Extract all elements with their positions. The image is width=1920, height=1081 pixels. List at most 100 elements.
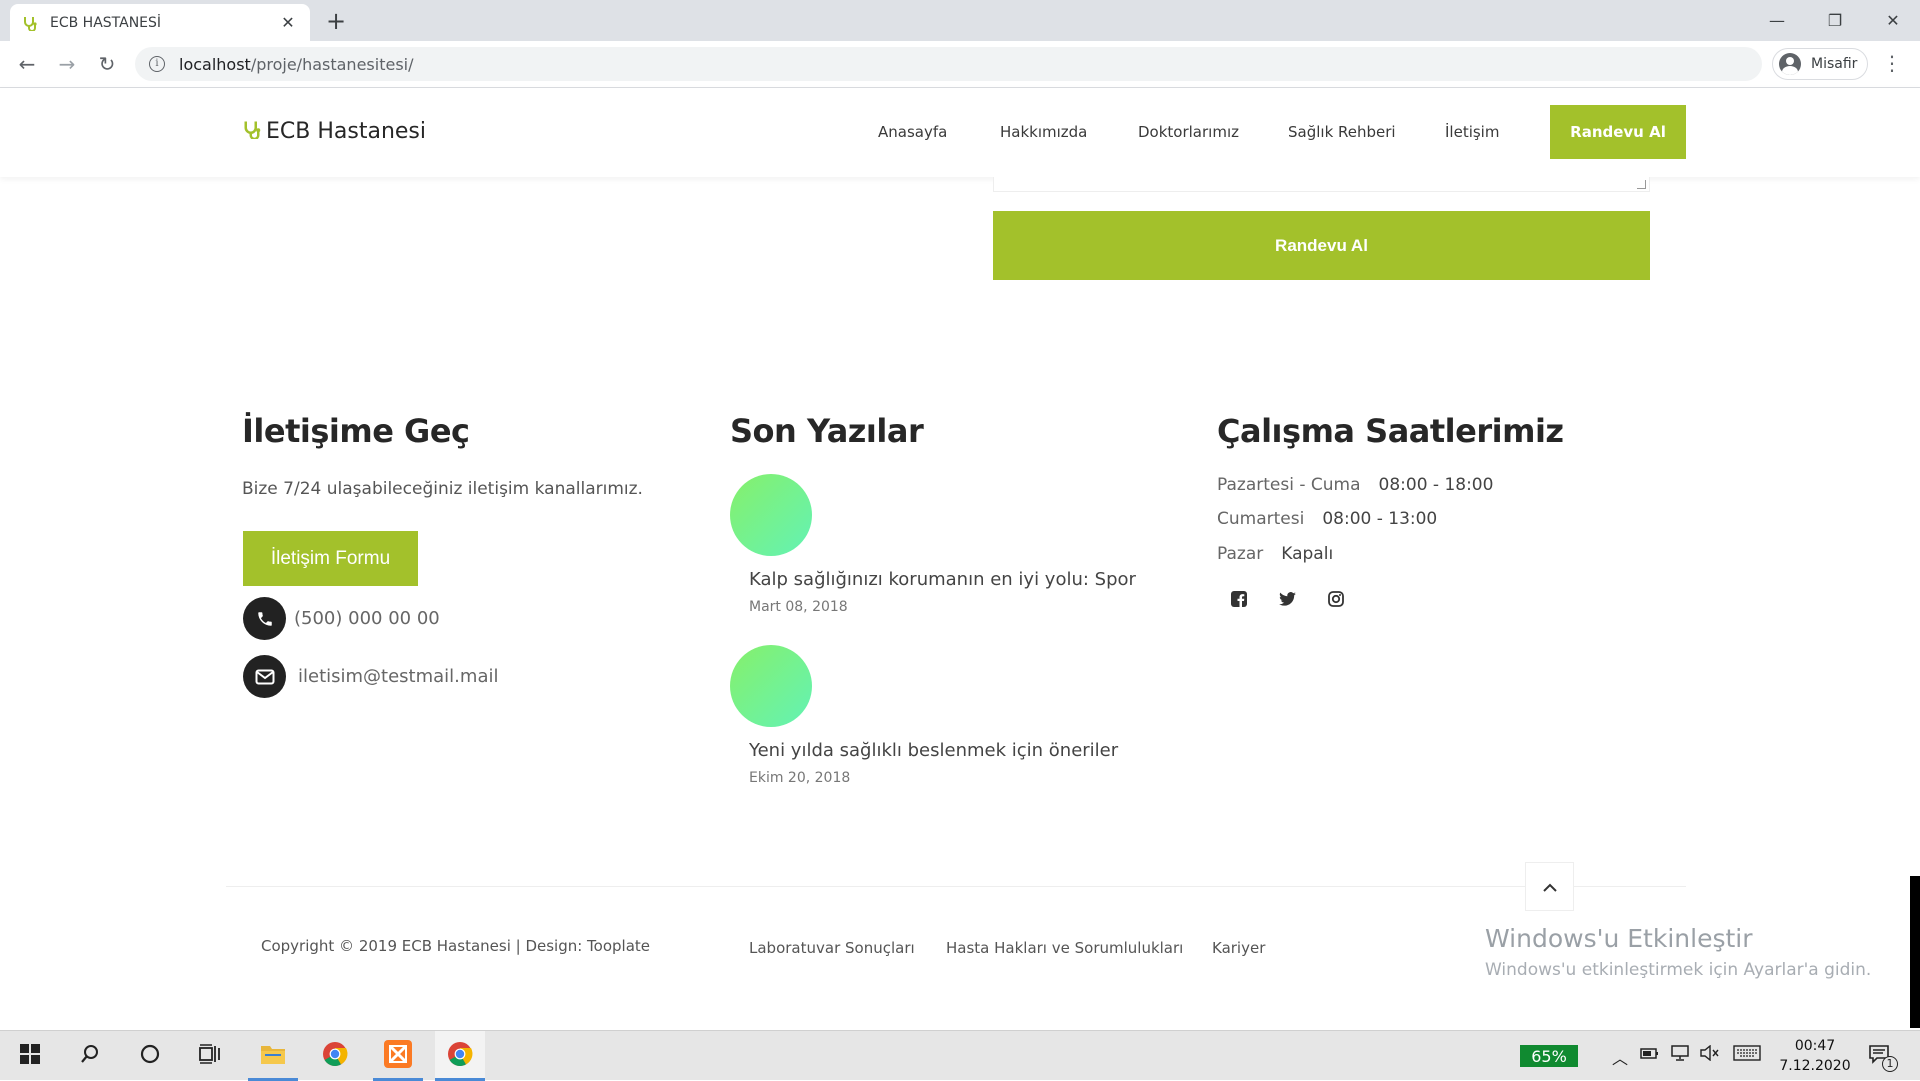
envelope-icon [243, 655, 286, 698]
screen-edge-artifact [1910, 876, 1920, 1028]
forward-icon[interactable]: → [52, 49, 82, 79]
url-path: /proje/hastanesitesi/ [250, 54, 414, 74]
email-row: iletisim@testmail.mail [243, 655, 498, 698]
search-button[interactable] [65, 1031, 115, 1081]
windows-activation-title: Windows'u Etkinleştir [1485, 924, 1753, 953]
xampp-icon [384, 1040, 412, 1072]
phone-row: (500) 000 00 00 [243, 597, 440, 640]
post-date: Ekim 20, 2018 [749, 770, 851, 786]
profile-name: Misafir [1811, 56, 1858, 72]
cortana-circle-icon [140, 1044, 160, 1068]
hours-row: Pazartesi - Cuma 08:00 - 18:00 [1217, 475, 1493, 495]
footer-link-patient-rights[interactable]: Hasta Hakları ve Sorumlulukları [946, 939, 1183, 957]
site-header: ECB Hastanesi Anasayfa Hakkımızda Doktor… [0, 88, 1920, 177]
footer-divider [226, 886, 1686, 887]
minimize-icon[interactable]: — [1748, 0, 1806, 41]
brand-logo-link[interactable]: ECB Hastanesi [242, 119, 426, 144]
notification-count-badge: 1 [1882, 1056, 1898, 1072]
network-icon[interactable] [1670, 1045, 1690, 1065]
nav-hakkimizda[interactable]: Hakkımızda [1000, 123, 1087, 141]
scroll-to-top-button[interactable] [1525, 862, 1574, 911]
windows-activation-subtitle: Windows'u etkinleştirmek için Ayarlar'a … [1485, 960, 1872, 980]
keyboard-icon[interactable] [1733, 1045, 1761, 1065]
search-icon [80, 1044, 100, 1068]
folder-icon [260, 1043, 286, 1069]
battery-indicator[interactable]: 65% [1520, 1045, 1578, 1067]
nav-randevu-button[interactable]: Randevu Al [1550, 105, 1686, 159]
chevron-up-icon [1542, 877, 1557, 896]
message-textarea[interactable] [993, 177, 1650, 192]
xampp-button[interactable] [373, 1031, 423, 1081]
contact-lead: Bize 7/24 ulaşabileceğiniz iletişim kana… [242, 479, 643, 499]
browser-tab[interactable]: ECB HASTANESİ ✕ [10, 4, 310, 41]
tab-close-icon[interactable]: ✕ [278, 13, 298, 32]
task-view-button[interactable] [185, 1031, 235, 1081]
hours-time: Kapalı [1281, 544, 1334, 564]
contact-form-button[interactable]: İletişim Formu [243, 531, 418, 586]
nav-iletisim[interactable]: İletişim [1445, 123, 1499, 141]
post-title-link[interactable]: Kalp sağlığınızı korumanın en iyi yolu: … [749, 569, 1136, 590]
randevu-submit-button[interactable]: Randevu Al [993, 211, 1650, 280]
resize-handle-icon[interactable] [1637, 180, 1646, 189]
new-tab-icon[interactable]: + [326, 8, 346, 34]
footer-link-careers[interactable]: Kariyer [1212, 939, 1265, 957]
chrome-button[interactable] [310, 1031, 360, 1081]
browser-toolbar: ← → ↻ i localhost/proje/hastanesitesi/ M… [0, 41, 1920, 88]
browser-menu-icon[interactable]: ⋮ [1882, 53, 1902, 73]
hours-title: Çalışma Saatlerimiz [1217, 412, 1564, 450]
chevron-up-tray-icon[interactable]: ︿ [1612, 1045, 1628, 1069]
back-icon[interactable]: ← [12, 49, 42, 79]
contact-title: İletişime Geç [242, 412, 470, 450]
restore-icon[interactable]: ❐ [1806, 0, 1864, 41]
site-info-icon[interactable]: i [149, 56, 165, 72]
chrome-active-button[interactable] [435, 1031, 485, 1081]
hours-day: Pazartesi - Cuma [1217, 475, 1361, 495]
instagram-icon[interactable] [1327, 590, 1345, 608]
footer-link-lab-results[interactable]: Laboratuvar Sonuçları [749, 939, 915, 957]
post-thumbnail[interactable] [730, 645, 812, 727]
post-title-link[interactable]: Yeni yılda sağlıklı beslenmek için öneri… [749, 740, 1118, 761]
nav-doktorlarimiz[interactable]: Doktorlarımız [1138, 123, 1239, 141]
phone-icon [243, 597, 286, 640]
profile-button[interactable]: Misafir [1772, 48, 1868, 80]
hours-time: 08:00 - 18:00 [1378, 475, 1494, 495]
tab-title: ECB HASTANESİ [50, 14, 162, 31]
avatar-icon [1779, 53, 1801, 75]
email-link[interactable]: iletisim@testmail.mail [298, 666, 498, 687]
url-host: localhost [179, 54, 251, 74]
windows-taskbar: 65% ︿ 00:47 7.12.2020 1 [0, 1030, 1920, 1081]
system-clock[interactable]: 00:47 7.12.2020 [1765, 1036, 1865, 1076]
hours-row: Pazar Kapalı [1217, 544, 1333, 564]
hours-row: Cumartesi 08:00 - 13:00 [1217, 509, 1437, 529]
volume-muted-icon[interactable] [1700, 1044, 1720, 1065]
copyright-text: Copyright © 2019 ECB Hastanesi | Design:… [261, 937, 651, 955]
cortana-button[interactable] [125, 1031, 175, 1081]
address-bar[interactable]: i localhost/proje/hastanesitesi/ [135, 47, 1762, 81]
phone-number: (500) 000 00 00 [294, 608, 440, 629]
stethoscope-icon [242, 119, 262, 144]
hours-time: 08:00 - 13:00 [1322, 509, 1438, 529]
start-button[interactable] [5, 1031, 55, 1081]
window-close-icon[interactable]: ✕ [1864, 0, 1920, 41]
battery-icon[interactable] [1640, 1045, 1660, 1064]
browser-tab-strip: ECB HASTANESİ ✕ + — ❐ ✕ [0, 0, 1920, 41]
clock-time: 00:47 [1794, 1038, 1836, 1054]
nav-anasayfa[interactable]: Anasayfa [878, 123, 947, 141]
nav-saglik-rehberi[interactable]: Sağlık Rehberi [1288, 123, 1396, 141]
hours-day: Cumartesi [1217, 509, 1305, 529]
post-thumbnail[interactable] [730, 474, 812, 556]
file-explorer-button[interactable] [248, 1031, 298, 1081]
chrome-icon [447, 1041, 473, 1071]
posts-title: Son Yazılar [730, 412, 924, 450]
chrome-icon [322, 1041, 348, 1071]
clock-date: 7.12.2020 [1779, 1058, 1851, 1074]
facebook-icon[interactable] [1230, 590, 1248, 608]
windows-logo-icon [20, 1044, 40, 1068]
reload-icon[interactable]: ↻ [92, 49, 122, 79]
post-date: Mart 08, 2018 [749, 599, 848, 615]
task-view-icon [199, 1044, 221, 1068]
twitter-icon[interactable] [1278, 590, 1296, 608]
stethoscope-favicon-icon [22, 15, 38, 32]
hours-day: Pazar [1217, 544, 1264, 564]
brand-name: ECB Hastanesi [266, 119, 426, 144]
